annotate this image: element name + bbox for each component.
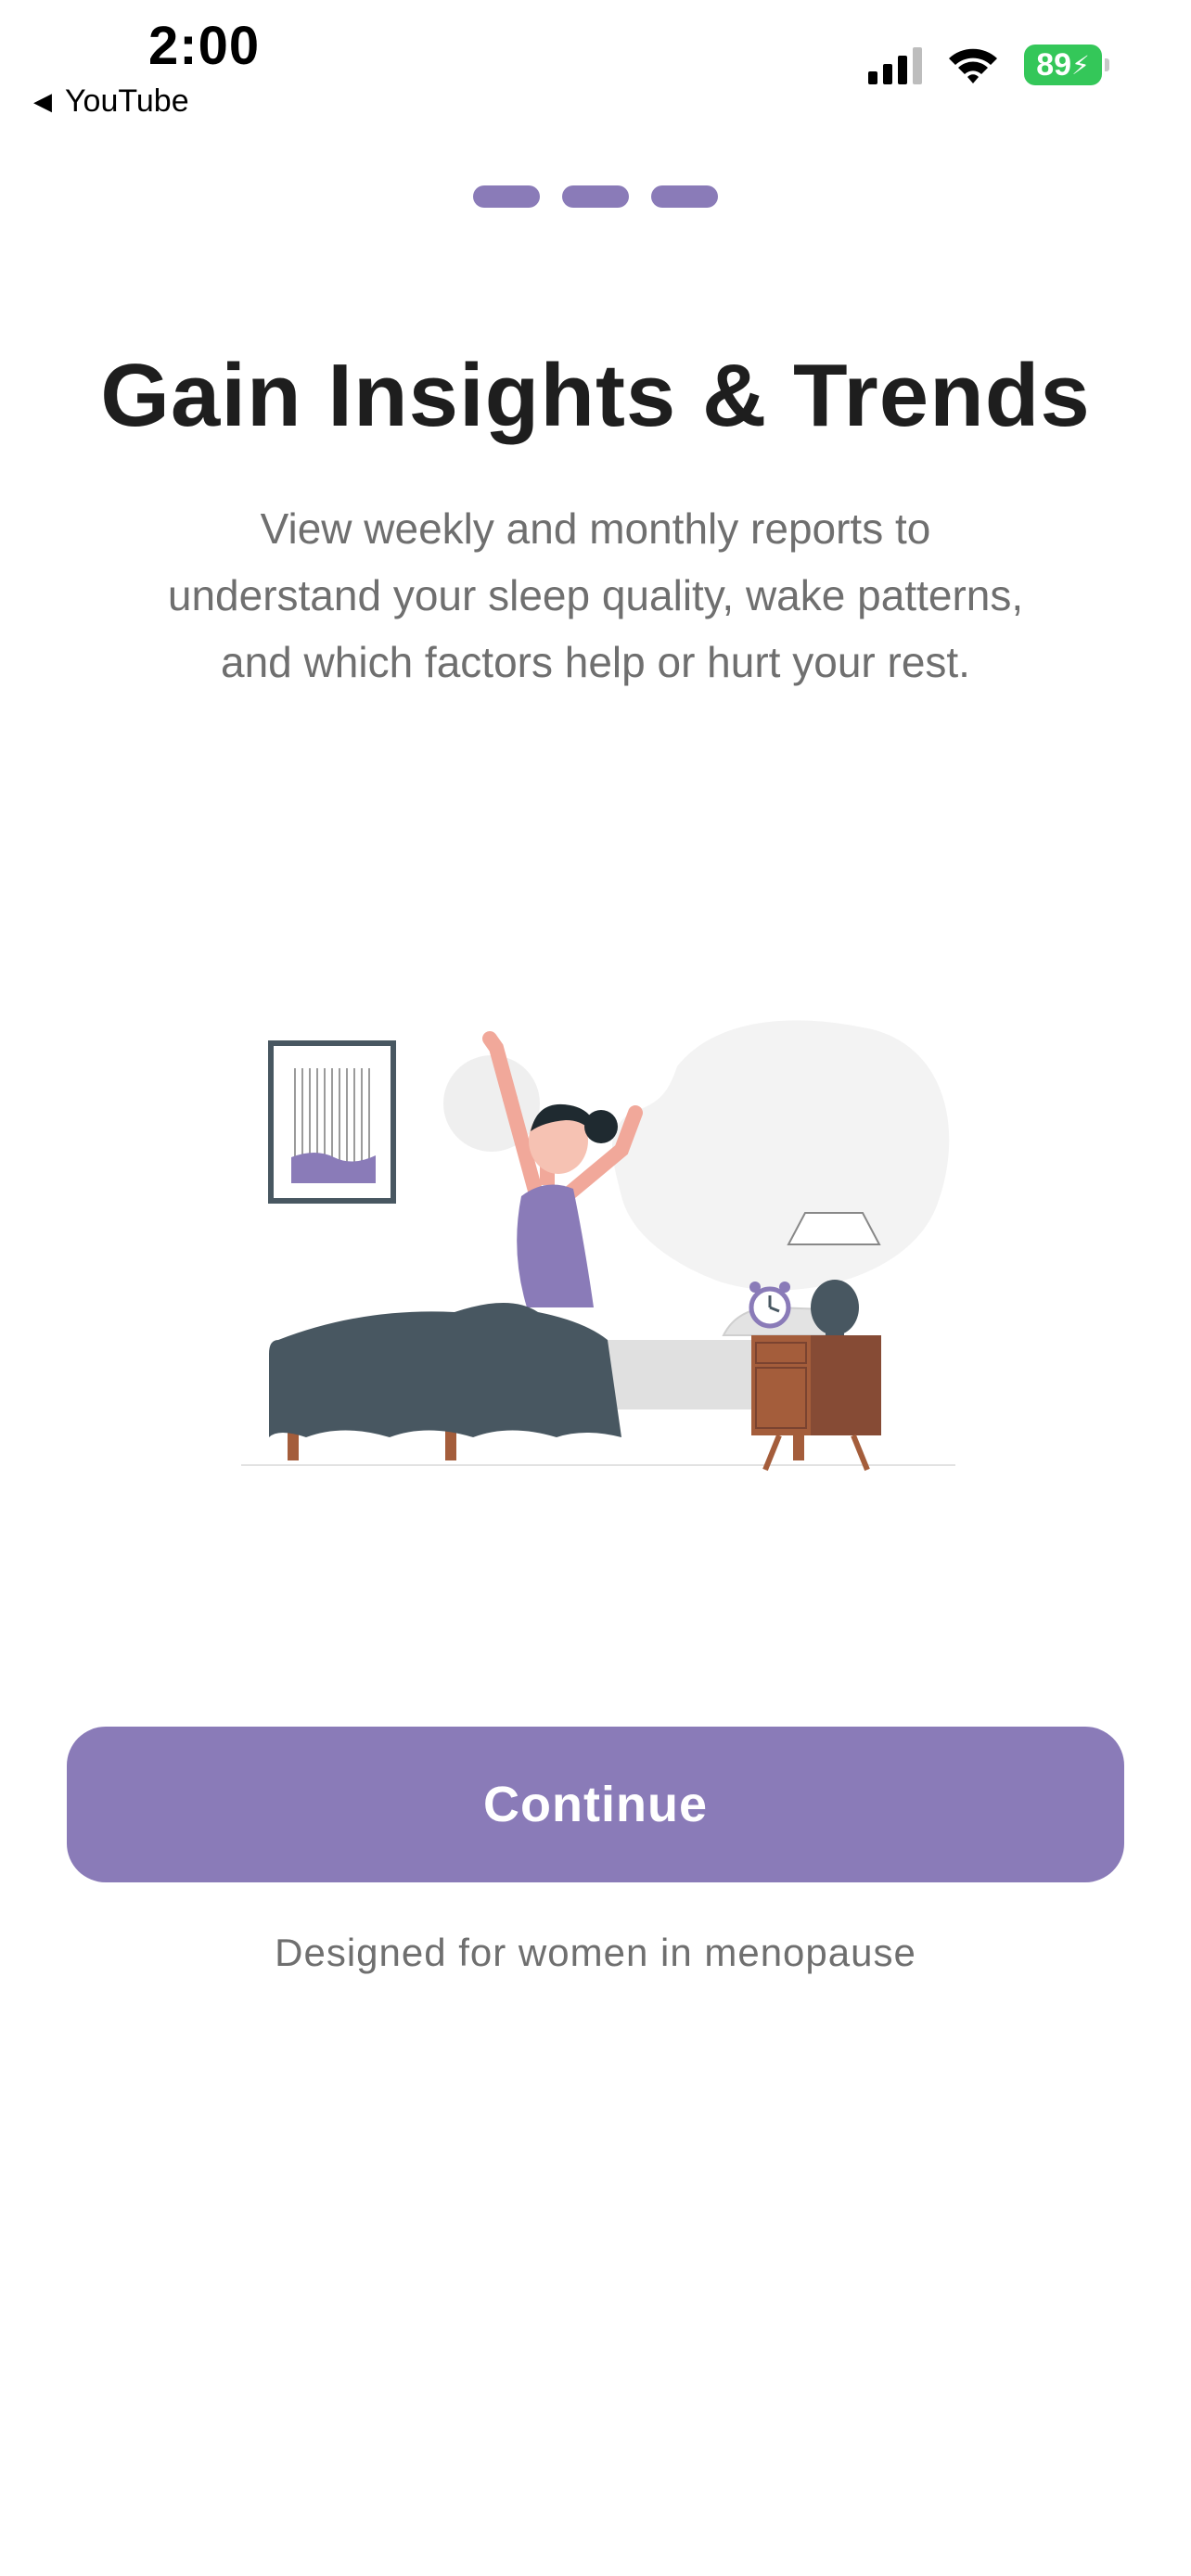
background-blob (612, 1020, 950, 1291)
battery-level: 89 (1036, 46, 1072, 83)
continue-button[interactable]: Continue (67, 1727, 1124, 1882)
wifi-icon (949, 48, 997, 83)
page-dot (473, 185, 540, 208)
page-title: Gain Insights & Trends (100, 346, 1091, 445)
woman (482, 1031, 643, 1307)
page-description: View weekly and monthly reports to under… (167, 504, 1024, 686)
status-time: 2:00 (148, 16, 261, 76)
status-icons: 89 ⚡ (868, 45, 1109, 85)
nightstand (751, 1335, 881, 1472)
battery-icon: 89 ⚡ (1024, 45, 1109, 85)
cellular-signal-icon (868, 45, 922, 84)
wall-picture-frame (268, 1040, 396, 1204)
back-arrow-icon: ◀ (33, 87, 52, 115)
back-app-label: YouTube (65, 83, 189, 119)
page-dot (562, 185, 629, 208)
back-to-app-button[interactable]: ◀ YouTube (33, 83, 189, 120)
page-dot (651, 185, 718, 208)
woman-waking-up-illustration (241, 1020, 955, 1472)
footnote-text: Designed for women in menopause (275, 1931, 916, 1974)
alarm-clock-icon (749, 1282, 791, 1329)
blanket (269, 1303, 621, 1437)
page-indicator (0, 185, 1191, 208)
